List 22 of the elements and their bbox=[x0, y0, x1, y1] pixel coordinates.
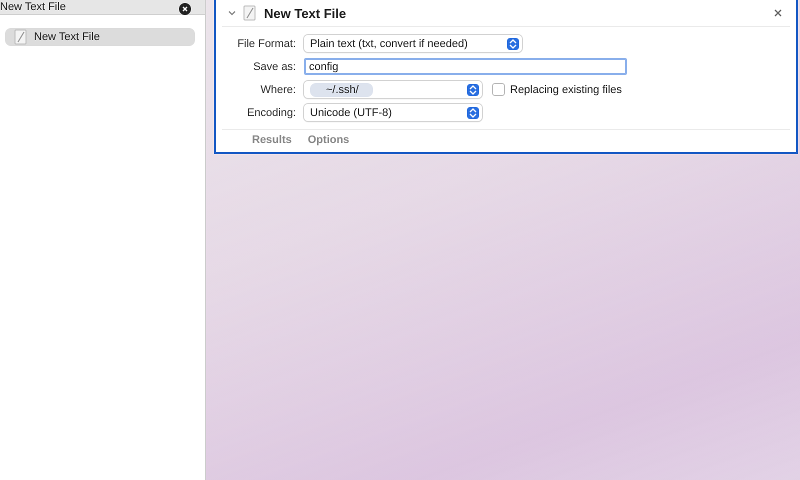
document-icon bbox=[242, 5, 258, 21]
stepper-icon bbox=[467, 84, 479, 96]
popup-menu[interactable]: Unicode (UTF-8) bbox=[304, 104, 482, 121]
field-label: Save as: bbox=[252, 60, 296, 72]
stepper-icon bbox=[507, 38, 519, 50]
field-label: Encoding: bbox=[246, 106, 296, 118]
checkbox-label: Replacing existing files bbox=[510, 84, 622, 96]
clear-icon[interactable] bbox=[179, 3, 191, 15]
search-field[interactable]: New Text File bbox=[0, 0, 205, 15]
close-icon[interactable] bbox=[774, 9, 782, 17]
checkbox[interactable] bbox=[492, 83, 505, 96]
popup-menu[interactable]: Plain text (txt, convert if needed) bbox=[304, 35, 522, 52]
document-icon bbox=[13, 29, 29, 45]
sidebar-item[interactable]: New Text File bbox=[5, 28, 195, 46]
stepper-icon bbox=[467, 106, 479, 118]
field-label: File Format: bbox=[236, 38, 296, 50]
action-title: New Text File bbox=[264, 6, 348, 20]
chevron-icon[interactable] bbox=[228, 9, 236, 17]
name-field[interactable]: config bbox=[304, 58, 627, 75]
field-label: Where: bbox=[260, 84, 296, 96]
folder-menu[interactable]: ~/.ssh/ bbox=[304, 81, 482, 98]
search-input[interactable]: New Text File bbox=[0, 1, 120, 13]
